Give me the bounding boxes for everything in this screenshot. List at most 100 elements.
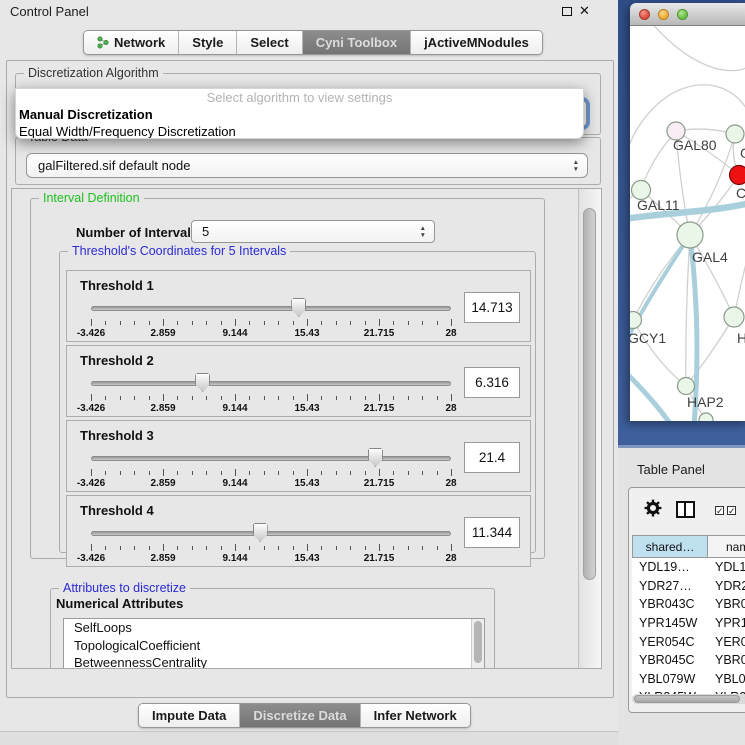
tab-infer-network[interactable]: Infer Network: [361, 704, 470, 727]
slider-scale-label: -3.426: [77, 478, 105, 489]
algorithm-option-manual-discretization[interactable]: Manual Discretization: [16, 106, 583, 123]
network-node-h[interactable]: [724, 307, 744, 327]
slider-handle[interactable]: [253, 523, 268, 542]
checkbox-icon[interactable]: ✓: [727, 506, 736, 515]
threshold-value-field[interactable]: 21.4: [464, 442, 520, 473]
slider-scale-label: 2.859: [150, 553, 175, 564]
table-scroll-thumb[interactable]: [634, 695, 740, 703]
control-panel-titlebar: Control Panel ✕: [0, 0, 618, 22]
slider-tick: [365, 471, 366, 475]
tab-impute-data[interactable]: Impute Data: [139, 704, 240, 727]
slider-tick: [321, 396, 322, 400]
attribute-item[interactable]: TopologicalCoefficient: [64, 637, 484, 655]
cell-name[interactable]: YBR0: [708, 597, 745, 611]
table-panel-title: Table Panel: [637, 462, 705, 477]
table-row[interactable]: YBR045CYBR0: [632, 651, 745, 670]
table-panel: Table Panel ✓ ✓ shared… name YDL19…YDL1Y…: [618, 448, 745, 745]
table-row[interactable]: YPR145WYPR1: [632, 614, 745, 633]
table-row[interactable]: YDL19…YDL1: [632, 558, 745, 577]
slider-scale-label: 2.859: [150, 478, 175, 489]
settings-scroll-thumb[interactable]: [583, 208, 596, 580]
algorithm-placeholder-item: Select algorithm to view settings: [16, 89, 583, 106]
attributes-list-scrollbar[interactable]: [471, 619, 484, 669]
minimize-traffic-light-icon[interactable]: [658, 9, 669, 20]
network-node-ga[interactable]: [726, 125, 744, 143]
network-node[interactable]: [699, 413, 713, 421]
slider-tick: [408, 546, 409, 550]
settings-vertical-scrollbar[interactable]: [578, 189, 601, 668]
network-node-gcy1[interactable]: [630, 312, 642, 329]
threshold-value-field[interactable]: 6.316: [464, 367, 520, 398]
network-canvas[interactable]: GAL80GACGAL11GAL4GCY1HHAP2: [630, 26, 745, 421]
table-row[interactable]: YDR27…YDR2: [632, 577, 745, 596]
cell-name[interactable]: YPR1: [708, 616, 745, 630]
interval-definition-title: Interval Definition: [39, 191, 144, 205]
cell-shared-name[interactable]: YBR045C: [632, 653, 708, 667]
close-window-icon[interactable]: ✕: [579, 3, 590, 19]
attributes-scroll-thumb[interactable]: [474, 621, 482, 663]
float-window-icon[interactable]: [562, 7, 572, 16]
cell-shared-name[interactable]: YDL19…: [632, 560, 708, 574]
threshold-value-field[interactable]: 11.344: [464, 517, 520, 548]
threshold-slider[interactable]: -3.4262.8599.14415.4321.71528: [91, 372, 451, 414]
column-layout-icon[interactable]: [676, 501, 695, 518]
cell-shared-name[interactable]: YBL079W: [632, 672, 708, 686]
tab-style[interactable]: Style: [179, 31, 237, 54]
slider-handle[interactable]: [291, 298, 306, 317]
number-of-intervals-spinner[interactable]: 5 ▲▼: [191, 220, 435, 243]
cell-name[interactable]: YER0: [708, 635, 745, 649]
threshold-value-field[interactable]: 14.713: [464, 292, 520, 323]
slider-tick: [336, 321, 337, 325]
tab-select[interactable]: Select: [237, 31, 302, 54]
tab-discretize-data[interactable]: Discretize Data: [240, 704, 360, 727]
cell-shared-name[interactable]: YBR043C: [632, 597, 708, 611]
cell-shared-name[interactable]: YPR145W: [632, 616, 708, 630]
slider-track[interactable]: [91, 306, 451, 311]
numerical-attributes-list[interactable]: SelfLoopsTopologicalCoefficientBetweenne…: [63, 618, 485, 669]
cell-shared-name[interactable]: YDR27…: [632, 579, 708, 593]
slider-scale-label: 2.859: [150, 403, 175, 414]
checkbox-icon[interactable]: ✓: [715, 506, 724, 515]
table-row[interactable]: YBR043CYBR0: [632, 595, 745, 614]
gear-icon[interactable]: [644, 499, 662, 517]
network-node-label: GCY1: [630, 330, 666, 346]
tab-jactivemnodules[interactable]: jActiveMNodules: [411, 31, 542, 54]
cell-name[interactable]: YBL0: [708, 672, 745, 686]
slider-tick: [206, 471, 207, 475]
column-header-name[interactable]: name: [708, 535, 745, 558]
slider-tick: [134, 321, 135, 325]
slider-scale-label: -3.426: [77, 403, 105, 414]
tab-cyni-toolbox[interactable]: Cyni Toolbox: [303, 31, 411, 54]
slider-track[interactable]: [91, 456, 451, 461]
network-node-gal4[interactable]: [677, 222, 703, 248]
tab-network[interactable]: Network: [84, 31, 179, 54]
slider-tick: [120, 471, 121, 475]
network-view-window[interactable]: GAL80GACGAL11GAL4GCY1HHAP2: [630, 3, 745, 421]
network-node-hap2[interactable]: [678, 378, 695, 395]
column-header-shared[interactable]: shared…: [632, 535, 708, 558]
slider-tick: [350, 321, 351, 325]
table-data-combobox[interactable]: galFiltered.sif default node ▲▼: [26, 153, 588, 178]
cell-shared-name[interactable]: YER054C: [632, 635, 708, 649]
slider-handle[interactable]: [195, 373, 210, 392]
cell-name[interactable]: YDR2: [708, 579, 745, 593]
cell-name[interactable]: YBR0: [708, 653, 745, 667]
threshold-slider[interactable]: -3.4262.8599.14415.4321.71528: [91, 447, 451, 489]
slider-handle[interactable]: [368, 448, 383, 467]
threshold-slider[interactable]: -3.4262.8599.14415.4321.71528: [91, 297, 451, 339]
slider-track[interactable]: [91, 531, 451, 536]
network-node-c[interactable]: [730, 166, 745, 185]
table-horizontal-scrollbar[interactable]: [632, 694, 745, 704]
close-traffic-light-icon[interactable]: [639, 9, 650, 20]
algorithm-option-equal-width-frequency-discretization[interactable]: Equal Width/Frequency Discretization: [16, 123, 583, 139]
tab-label: Infer Network: [374, 708, 457, 723]
table-row[interactable]: YER054CYER0: [632, 632, 745, 651]
cell-name[interactable]: YDL1: [708, 560, 745, 574]
attribute-item[interactable]: SelfLoops: [64, 619, 484, 637]
threshold-slider[interactable]: -3.4262.8599.14415.4321.71528: [91, 522, 451, 564]
attribute-item[interactable]: BetweennessCentrality: [64, 654, 484, 669]
slider-track[interactable]: [91, 381, 451, 386]
algorithm-dropdown-popup: Select algorithm to view settings Manual…: [15, 88, 584, 139]
table-row[interactable]: YBL079WYBL0: [632, 670, 745, 689]
zoom-traffic-light-icon[interactable]: [677, 9, 688, 20]
